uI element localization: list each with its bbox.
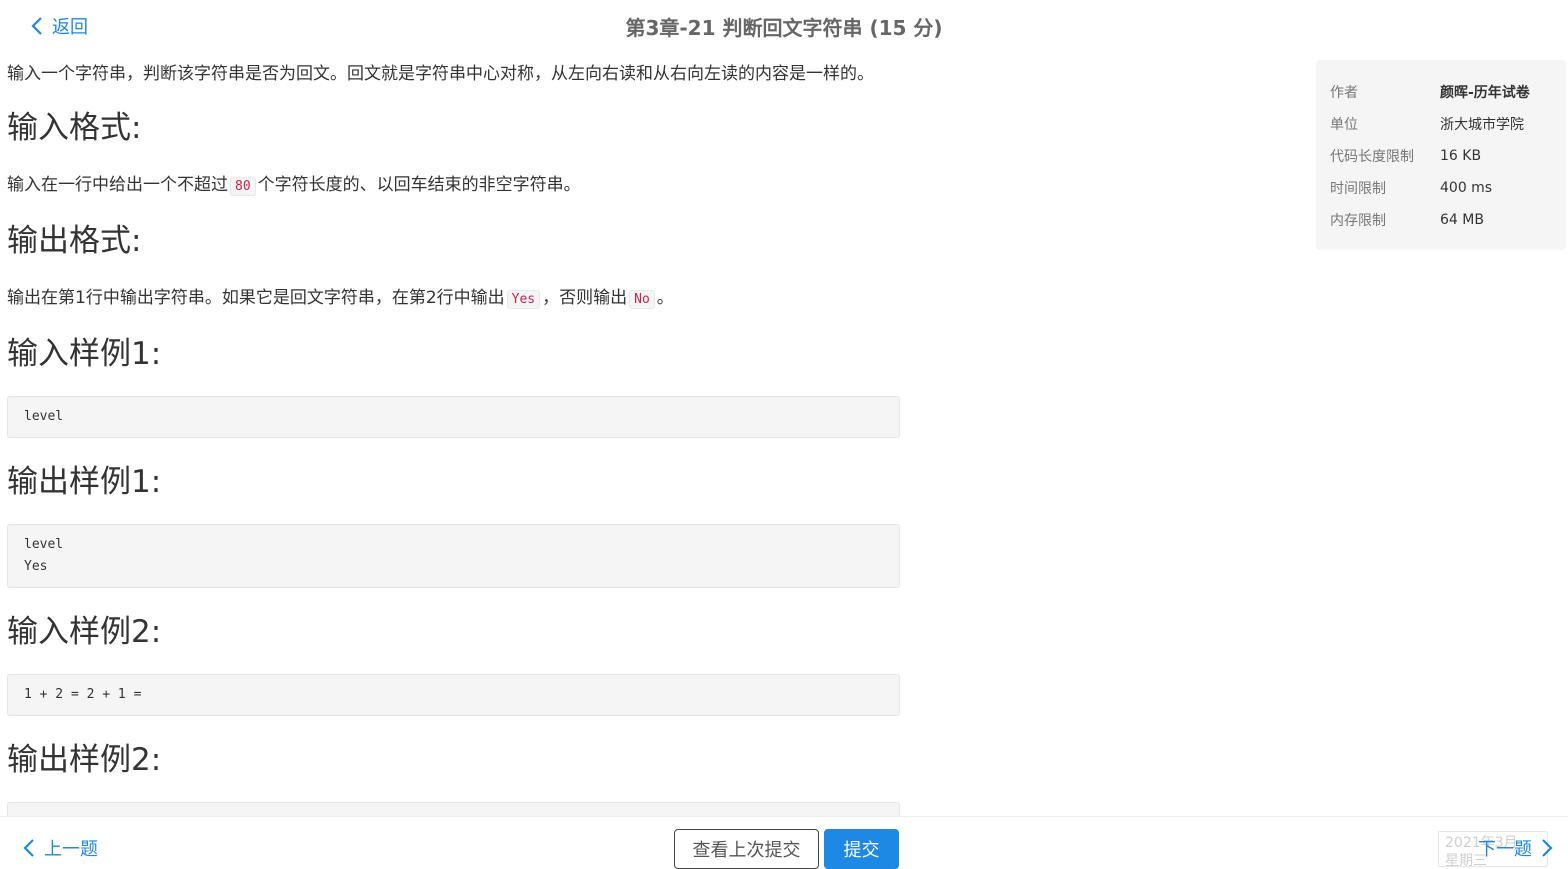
memory-limit-label: 内存限制 [1330,213,1386,229]
time-limit-value: 400 ms [1440,180,1493,196]
memory-limit-value: 64 MB [1440,212,1484,228]
chevron-left-icon [23,839,34,857]
output-format-text-part3: 。 [656,288,674,308]
output-format-text: 输出在第1行中输出字符串。如果它是回文字符串，在第2行中输出 Yes ，否则输出 No… [7,284,907,314]
code-limit-label: 代码长度限制 [1330,149,1414,165]
info-row-author: 作者 颜晖-历年试卷 [1330,76,1552,108]
problem-info-panel: 作者 颜晖-历年试卷 单位 浙大城市学院 代码长度限制 16 KB 时间限制 4… [1316,60,1566,250]
sample-output-2-heading: 输出样例2: [7,742,162,778]
info-row-memory-limit: 内存限制 64 MB [1330,204,1552,236]
next-problem-button[interactable]: 下一题 [1478,835,1554,861]
sample-output-1-block: level Yes [7,524,900,588]
code-limit-value: 16 KB [1440,148,1482,164]
sample-input-2-block: 1 + 2 = 2 + 1 = [7,674,900,716]
inline-code-no: No [629,290,655,309]
info-row-time-limit: 时间限制 400 ms [1330,172,1552,204]
output-format-text-part1: 输出在第1行中输出字符串。如果它是回文字符串，在第2行中输出 [7,288,505,308]
output-format-text-part2: ，否则输出 [542,288,628,308]
output-format-heading: 输出格式: [7,223,142,259]
next-problem-label: 下一题 [1478,839,1532,860]
input-format-heading: 输入格式: [7,110,142,146]
sample-input-1-heading: 输入样例1: [7,336,162,372]
sample-input-1-block: level [7,396,900,438]
chevron-right-icon [1542,839,1553,857]
prev-problem-button[interactable]: 上一题 [22,835,98,861]
author-value: 颜晖-历年试卷 [1440,85,1530,101]
info-row-unit: 单位 浙大城市学院 [1330,108,1552,140]
sample-input-2-heading: 输入样例2: [7,614,162,650]
input-format-text-part2: 个字符长度的、以回车结束的非空字符串。 [257,175,581,195]
input-format-text: 输入在一行中给出一个不超过 80 个字符长度的、以回车结束的非空字符串。 [7,171,907,201]
view-last-submission-button[interactable]: 查看上次提交 [674,829,819,869]
inline-code-yes: Yes [506,290,541,309]
bottom-action-bar: 上一题 查看上次提交 提交 2021年3月... 星期三 下一题 [0,816,1568,869]
unit-value: 浙大城市学院 [1440,117,1524,133]
sample-output-1-heading: 输出样例1: [7,464,162,500]
prev-problem-label: 上一题 [44,839,98,860]
problem-title: 第3章-21 判断回文字符串 (15 分) [625,16,943,40]
submit-button[interactable]: 提交 [824,829,899,869]
inline-code-80: 80 [230,177,256,196]
unit-label: 单位 [1330,117,1358,133]
author-label: 作者 [1330,85,1358,101]
problem-intro: 输入一个字符串，判断该字符串是否为回文。回文就是字符串中心对称，从左向右读和从右… [7,64,874,84]
top-header: 返回 第3章-21 判断回文字符串 (15 分) [0,0,1568,54]
time-limit-label: 时间限制 [1330,181,1386,197]
problem-content: 输入一个字符串，判断该字符串是否为回文。回文就是字符串中心对称，从左向右读和从右… [7,60,907,844]
input-format-text-part1: 输入在一行中给出一个不超过 [7,175,228,195]
info-row-code-limit: 代码长度限制 16 KB [1330,140,1552,172]
